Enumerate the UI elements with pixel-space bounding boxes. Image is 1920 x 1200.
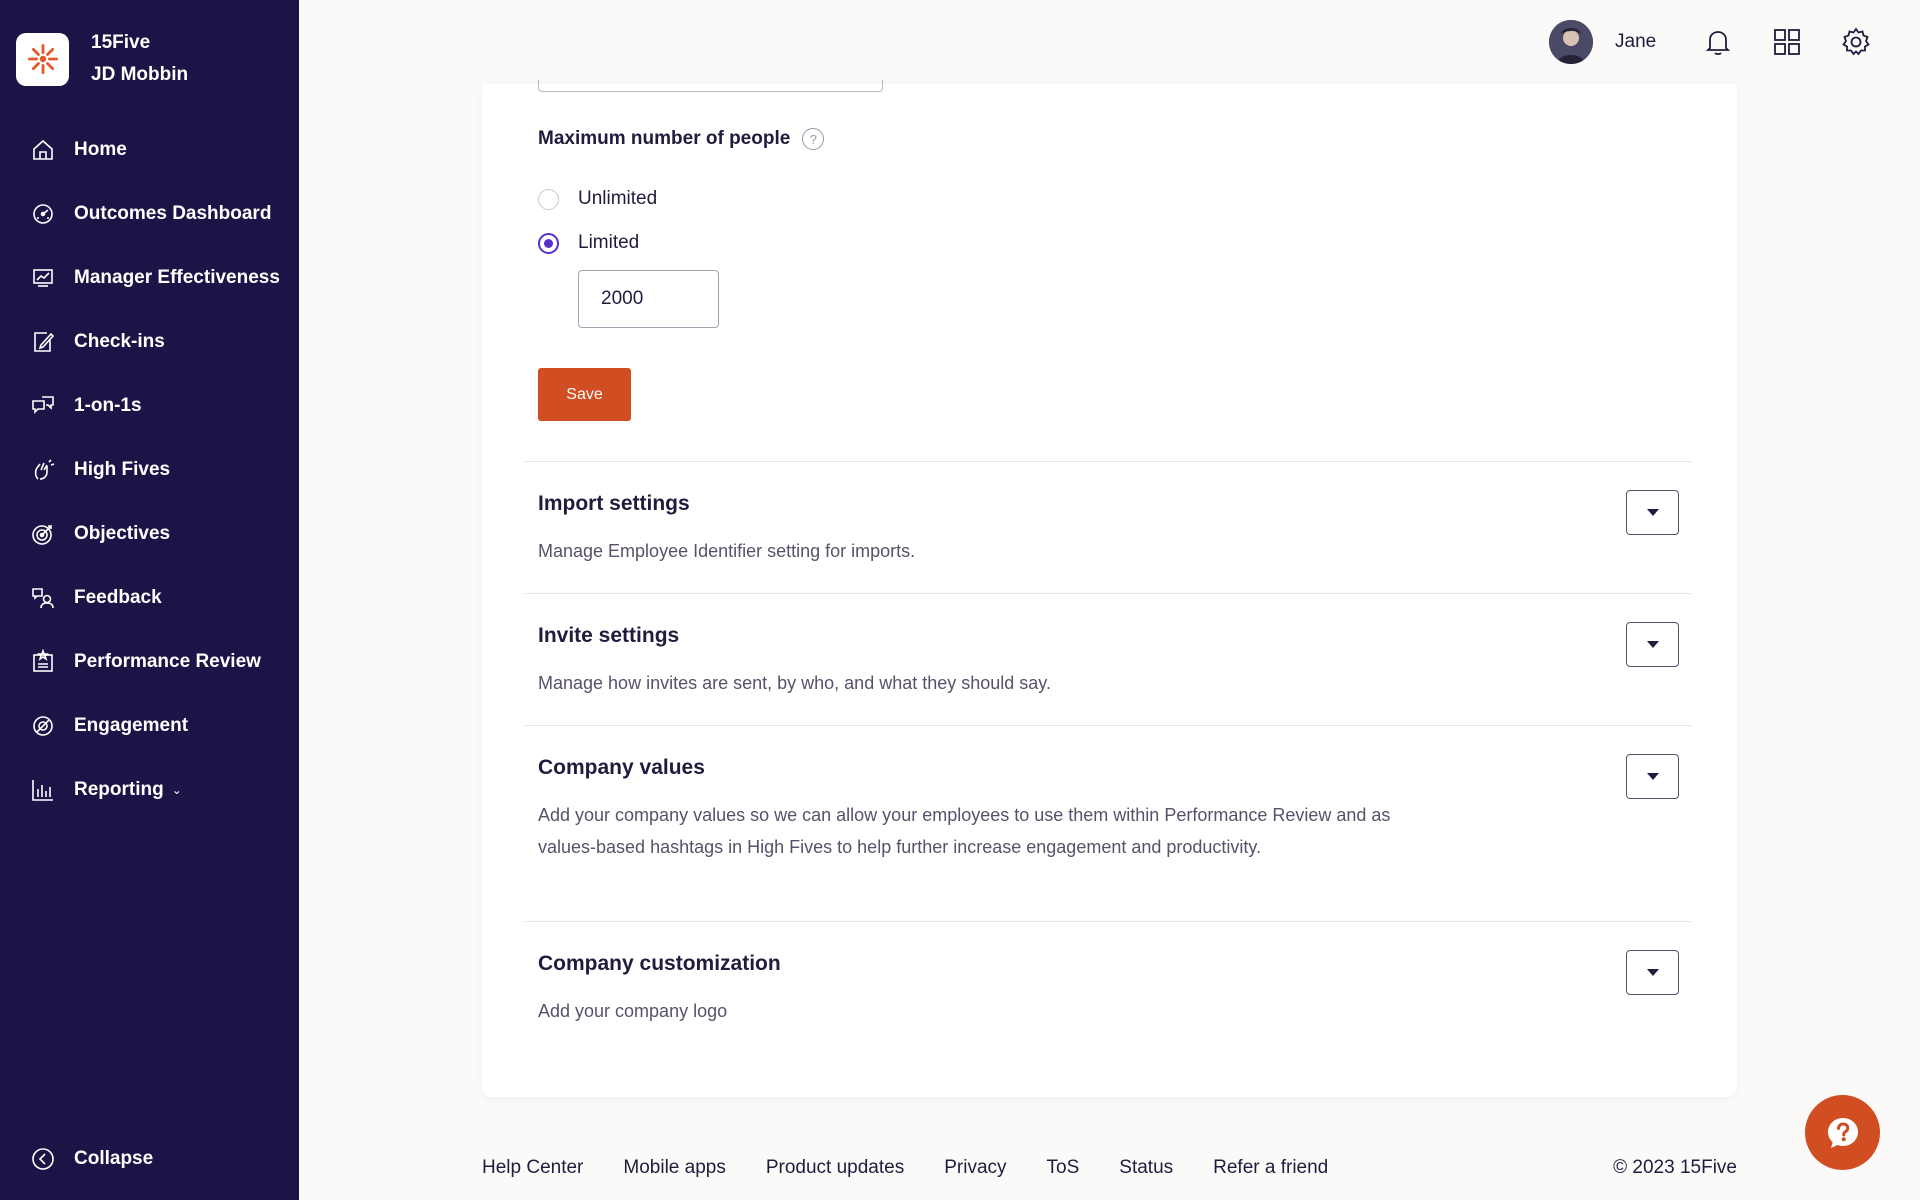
sidebar-item-label: Manager Effectiveness <box>74 267 280 288</box>
radio-unlimited-label: Unlimited <box>578 188 658 209</box>
avatar <box>1549 20 1593 64</box>
footer-link-privacy[interactable]: Privacy <box>944 1157 1006 1179</box>
caret-down-icon <box>1646 641 1659 648</box>
bell-icon[interactable] <box>1702 26 1734 58</box>
performance-review-icon <box>33 649 53 672</box>
target-icon <box>32 525 52 545</box>
sidebar-item-feedback[interactable]: Feedback <box>0 566 299 630</box>
footer-link-tos[interactable]: ToS <box>1047 1157 1080 1179</box>
sidebar-item-performance-review[interactable]: Performance Review <box>0 630 299 694</box>
one-on-one-icon <box>32 396 54 414</box>
max-people-label-text: Maximum number of people <box>538 128 791 149</box>
sidebar-item-manager-effectiveness[interactable]: Manager Effectiveness <box>0 246 299 310</box>
section-title: Import settings <box>538 492 690 515</box>
save-button[interactable]: Save <box>538 368 631 421</box>
radio-limited[interactable]: Limited <box>538 232 639 254</box>
sidebar-item-label: 1-on-1s <box>74 395 142 416</box>
collapse-arrow-icon <box>32 1148 54 1170</box>
max-people-label: Maximum number of people ? <box>538 128 825 150</box>
bar-chart-icon <box>32 780 53 801</box>
section-company-customization: Company customization Add your company l… <box>525 921 1692 1053</box>
section-title: Invite settings <box>538 624 680 647</box>
gear-icon[interactable] <box>1840 26 1872 58</box>
help-chat-icon <box>1827 1117 1858 1148</box>
check-in-icon <box>34 332 55 352</box>
footer-link-mobile-apps[interactable]: Mobile apps <box>623 1157 725 1179</box>
radio-unlimited-circle[interactable] <box>538 188 559 210</box>
company-name: 15Five <box>91 32 151 53</box>
top-bar: Jane <box>299 0 1920 84</box>
apps-grid-icon[interactable] <box>1771 26 1803 58</box>
feedback-icon <box>32 588 54 609</box>
footer-link-refer-a-friend[interactable]: Refer a friend <box>1213 1157 1328 1179</box>
sidebar-item-check-ins[interactable]: Check-ins <box>0 310 299 374</box>
sidebar-item-objectives[interactable]: Objectives <box>0 502 299 566</box>
manager-effectiveness-icon <box>33 269 53 287</box>
radio-limited-circle[interactable] <box>538 232 559 254</box>
section-company-values: Company values Add your company values s… <box>525 725 1692 921</box>
footer-link-help-center[interactable]: Help Center <box>482 1157 583 1179</box>
sidebar-item-label: Engagement <box>74 715 189 736</box>
previous-input-field[interactable] <box>538 80 883 92</box>
sidebar-nav: Home Outcomes Dashboard Manager Effectiv… <box>0 118 299 822</box>
footer-link-status[interactable]: Status <box>1119 1157 1173 1179</box>
caret-down-icon <box>1646 509 1659 516</box>
expand-company-customization-button[interactable] <box>1626 950 1679 995</box>
help-question-icon[interactable]: ? <box>802 128 825 150</box>
caret-down-icon <box>1646 773 1659 780</box>
sidebar-item-outcomes-dashboard[interactable]: Outcomes Dashboard <box>0 182 299 246</box>
section-description: Manage Employee Identifier setting for i… <box>538 541 916 561</box>
15five-logo-icon <box>16 32 69 86</box>
sidebar-item-label: Check-ins <box>74 331 165 352</box>
sidebar-item-label: Reporting <box>74 779 164 800</box>
brand[interactable]: 15Five JD Mobbin <box>16 27 188 91</box>
copyright: © 2023 15Five <box>1613 1157 1737 1178</box>
max-people-limit-input[interactable] <box>578 270 719 328</box>
expand-company-values-button[interactable] <box>1626 754 1679 799</box>
radio-limited-label: Limited <box>578 232 640 253</box>
radio-unlimited[interactable]: Unlimited <box>538 188 657 210</box>
sidebar-item-high-fives[interactable]: High Fives <box>0 438 299 502</box>
sidebar-item-label: Objectives <box>74 523 171 544</box>
section-description: Manage how invites are sent, by who, and… <box>538 673 1051 693</box>
user-name: Jane <box>1615 31 1657 52</box>
footer: Help Center Mobile apps Product updates … <box>482 1150 1737 1186</box>
high-five-icon <box>34 459 55 480</box>
sidebar-item-reporting[interactable]: Reporting ⌄ <box>0 758 299 822</box>
section-invite-settings: Invite settings Manage how invites are s… <box>525 593 1692 725</box>
sidebar-item-engagement[interactable]: Engagement <box>0 694 299 758</box>
account-name: JD Mobbin <box>91 64 189 85</box>
sidebar: 15Five JD Mobbin Home Outcomes Dashboard… <box>0 0 299 1200</box>
engagement-icon <box>33 716 53 736</box>
sidebar-item-label: Home <box>74 139 127 160</box>
settings-card: Maximum number of people ? Unlimited Lim… <box>482 80 1737 1097</box>
sidebar-item-1-on-1s[interactable]: 1-on-1s <box>0 374 299 438</box>
section-title: Company values <box>538 756 705 779</box>
sidebar-item-home[interactable]: Home <box>0 118 299 182</box>
expand-import-settings-button[interactable] <box>1626 490 1679 535</box>
sidebar-item-label: Performance Review <box>74 651 261 672</box>
chevron-down-icon: ⌄ <box>171 783 182 797</box>
caret-down-icon <box>1646 969 1659 976</box>
help-chat-button[interactable] <box>1805 1095 1880 1170</box>
section-description: Add your company logo <box>538 1001 728 1021</box>
section-title: Company customization <box>538 952 781 975</box>
footer-link-product-updates[interactable]: Product updates <box>766 1157 904 1179</box>
brand-text: 15Five JD Mobbin <box>91 27 188 91</box>
section-description: Add your company values so we can allow … <box>538 805 1391 857</box>
sidebar-item-label: High Fives <box>74 459 171 480</box>
home-icon <box>33 139 53 160</box>
sidebar-item-label: Feedback <box>74 587 162 608</box>
section-import-settings: Import settings Manage Employee Identifi… <box>525 461 1692 593</box>
expand-invite-settings-button[interactable] <box>1626 622 1679 667</box>
collapse-label: Collapse <box>74 1148 154 1169</box>
sidebar-item-label: Outcomes Dashboard <box>74 203 272 224</box>
collapse-button[interactable]: Collapse <box>30 1146 153 1172</box>
user-menu[interactable]: Jane <box>1549 20 1656 64</box>
dashboard-icon <box>33 204 53 224</box>
